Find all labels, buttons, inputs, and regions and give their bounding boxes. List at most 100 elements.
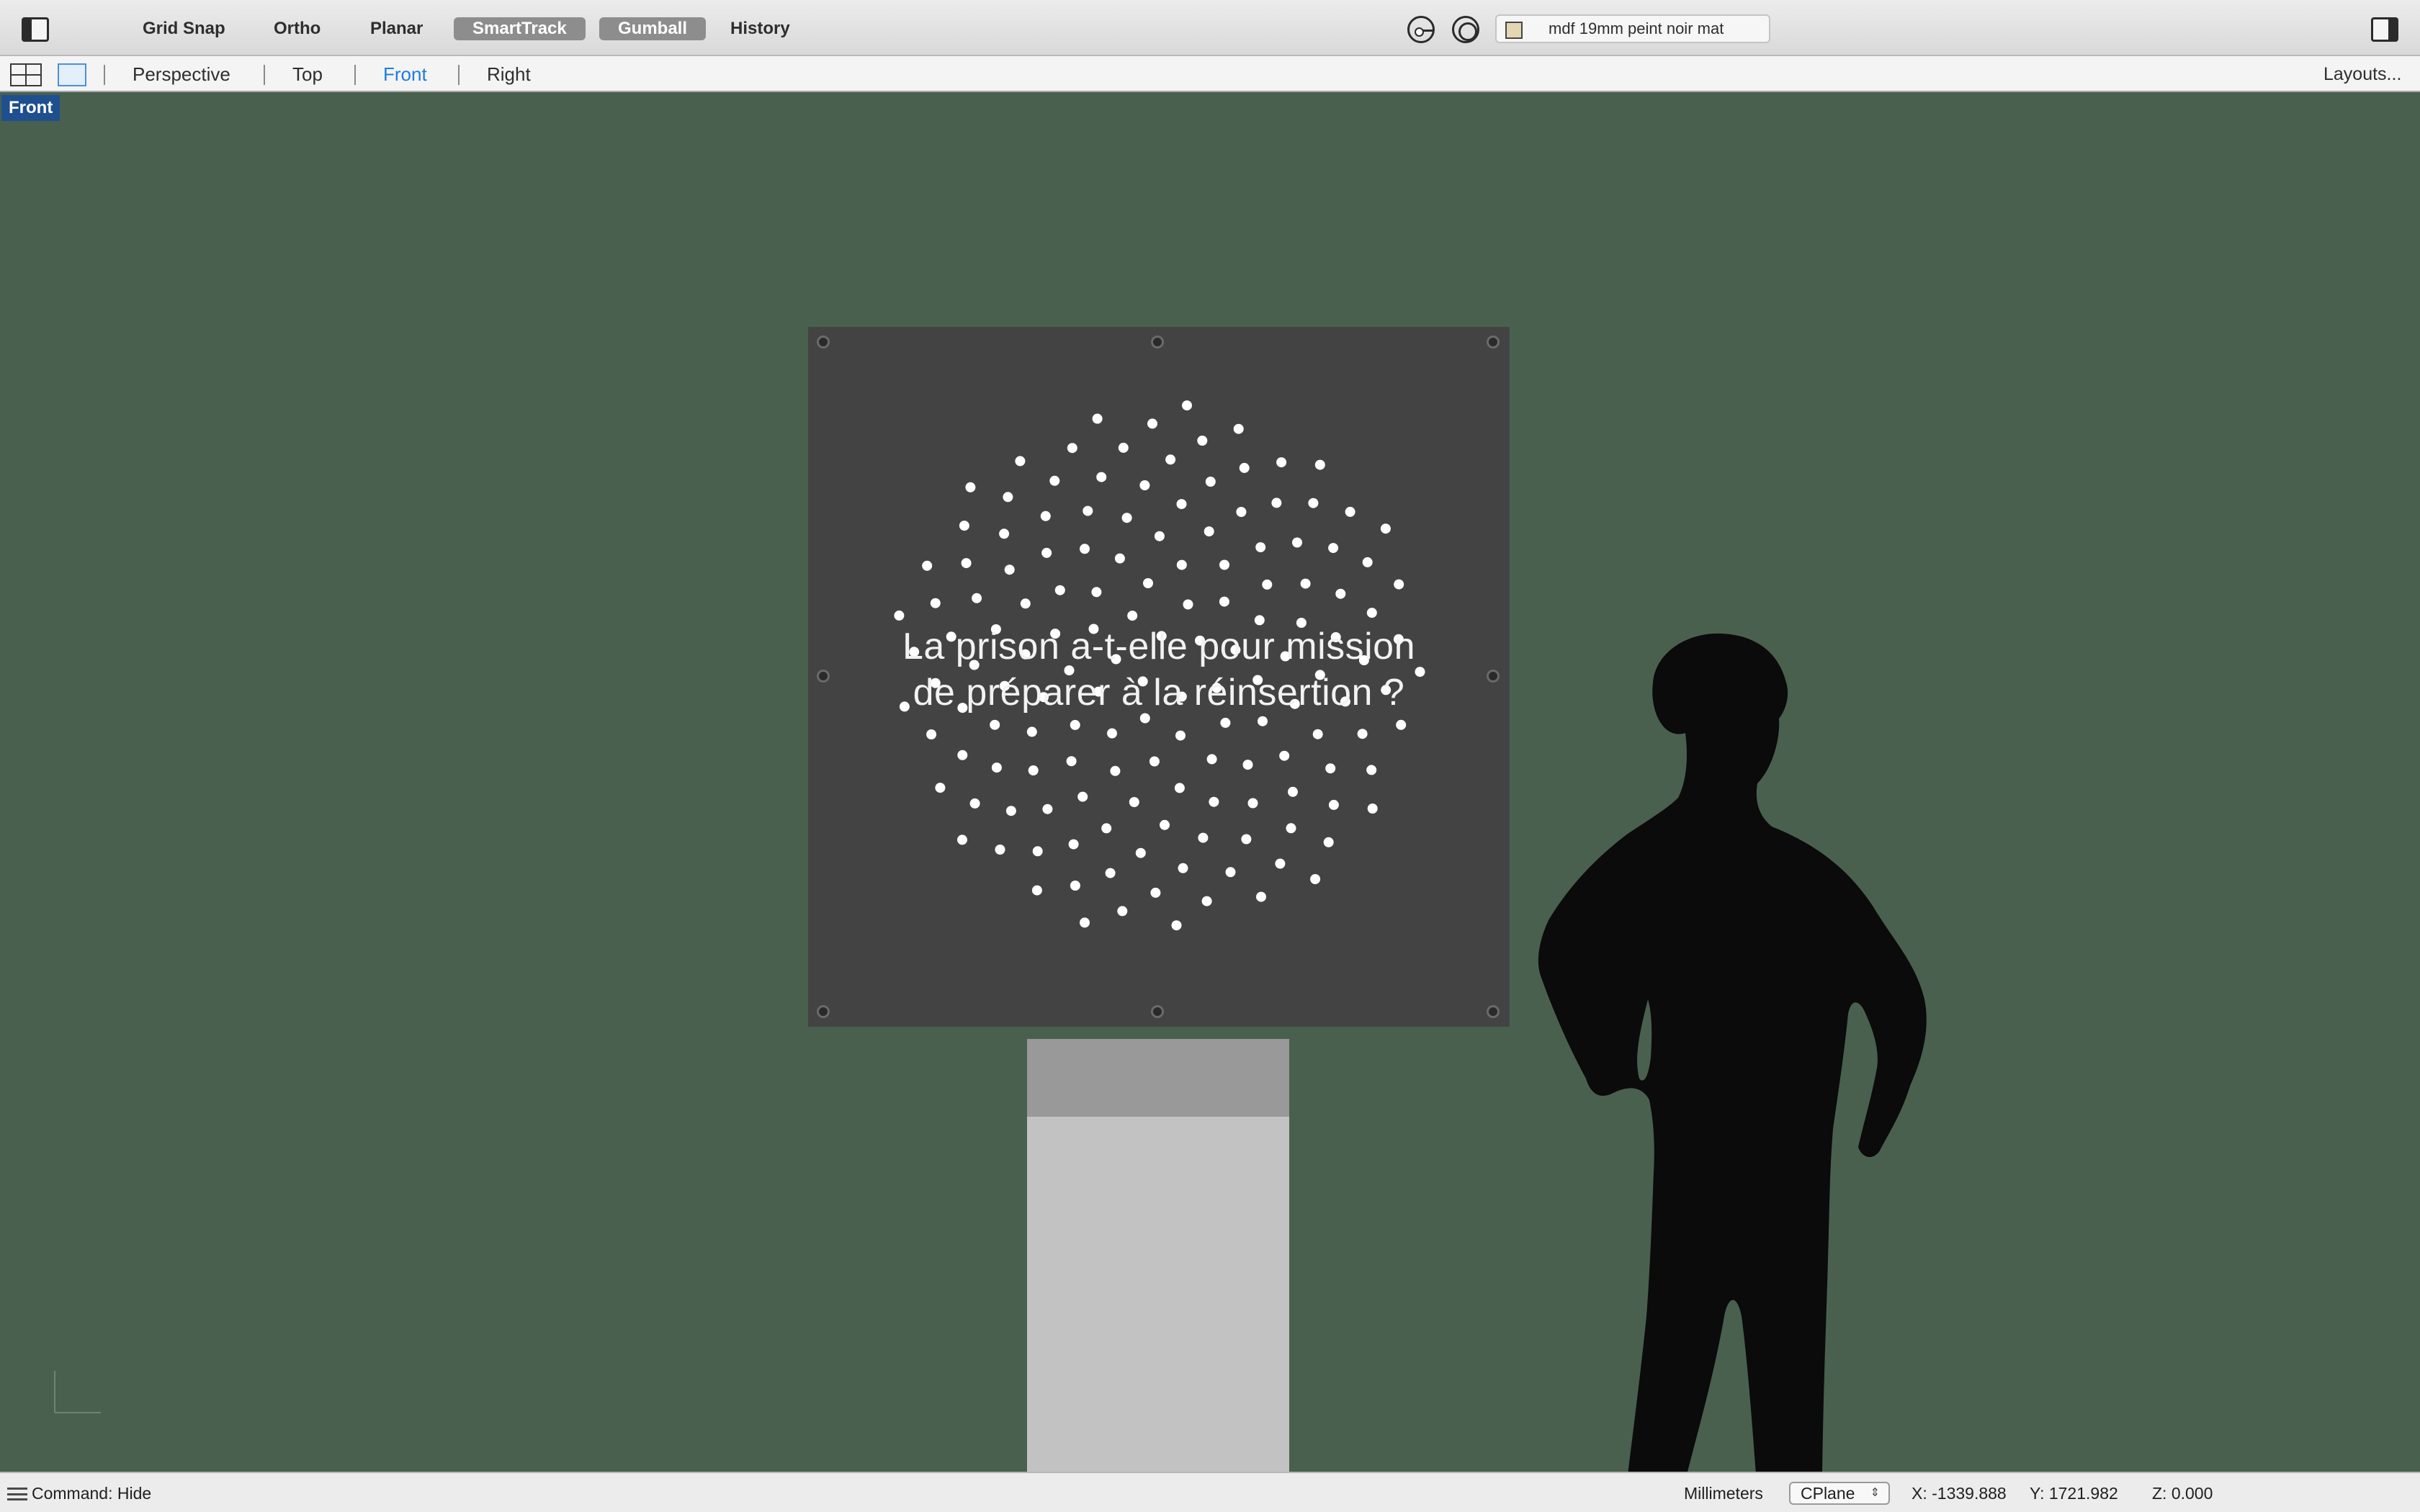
panel-dot	[1118, 442, 1129, 453]
panel-dot	[1054, 585, 1065, 595]
axis-icon	[54, 1371, 101, 1413]
panel-dot	[1171, 920, 1182, 931]
pedestal-body	[1027, 1117, 1289, 1472]
panel-dot	[1096, 472, 1107, 482]
ortho-button[interactable]: Ortho	[274, 17, 321, 40]
panel-dot	[1233, 423, 1244, 434]
four-viewports-icon[interactable]	[10, 63, 42, 86]
panel-dot	[1042, 804, 1053, 814]
units-label[interactable]: Millimeters	[1684, 1482, 1763, 1505]
panel-dot	[1160, 819, 1170, 830]
panel-dot	[1312, 729, 1323, 739]
panel-dot	[1325, 763, 1336, 774]
history-button[interactable]: History	[730, 17, 790, 40]
command-prompt[interactable]: Command: Hide	[32, 1482, 151, 1505]
z-coordinate: Z: 0.000	[2152, 1484, 2213, 1503]
panel-dot	[1220, 717, 1231, 728]
panel-dot	[1335, 588, 1346, 599]
tab-top[interactable]: Top	[292, 62, 323, 86]
panel-dot	[1292, 537, 1302, 548]
panel-dot	[1255, 542, 1266, 553]
panel-dot	[1219, 559, 1229, 570]
object-snap-icon[interactable]	[1407, 16, 1435, 43]
viewport-title-label[interactable]: Front	[1, 95, 60, 121]
panel-dot	[1129, 797, 1139, 807]
panel-dot	[1176, 499, 1187, 510]
panel-dot	[1300, 578, 1311, 589]
gumball-button[interactable]: Gumball	[599, 17, 707, 40]
panel-dot	[1201, 896, 1212, 906]
target-icon[interactable]	[1452, 16, 1479, 43]
panel-question-line-1: La prison a-t-elle pour mission	[902, 626, 1416, 667]
panel-dot	[1031, 885, 1042, 896]
main-toolbar: Grid Snap Ortho Planar SmartTrack Gumbal…	[0, 0, 2420, 56]
cplane-select[interactable]: CPlane ⇕	[1789, 1482, 1890, 1505]
panel-dot	[1258, 716, 1268, 726]
tab-divider	[264, 65, 265, 85]
panel-dot	[1310, 874, 1321, 884]
single-viewport-icon[interactable]	[58, 63, 86, 86]
panel-dot	[1362, 557, 1373, 567]
panel-dot	[1178, 863, 1188, 873]
x-coordinate: X: -1339.888	[1912, 1484, 2007, 1503]
panel-dot	[1286, 823, 1296, 834]
left-sidebar-toggle-icon[interactable]	[22, 17, 49, 42]
panel-question-line-2: de préparer à la réinsertion ?	[913, 672, 1405, 714]
panel-dot	[1357, 729, 1368, 739]
panel-dot	[1041, 547, 1052, 558]
panel-dot	[1028, 765, 1039, 775]
panel-dot	[1271, 498, 1282, 508]
tab-perspective[interactable]: Perspective	[133, 62, 230, 86]
panel-dot	[1135, 847, 1146, 858]
panel-dot	[1262, 579, 1273, 590]
status-bar: Command: Hide Millimeters CPlane ⇕ X: -1…	[0, 1472, 2420, 1512]
panel-dot	[1066, 756, 1077, 767]
tab-divider	[354, 65, 356, 85]
exhibit-panel: La prison a-t-elle pour mission de prépa…	[808, 327, 1510, 1027]
tab-right[interactable]: Right	[487, 62, 531, 86]
right-sidebar-toggle-icon[interactable]	[2371, 17, 2398, 42]
command-menu-icon[interactable]	[7, 1488, 27, 1500]
panel-dot	[1276, 457, 1287, 468]
panel-dot	[957, 750, 968, 760]
panel-dot	[1105, 868, 1116, 878]
panel-dot	[922, 560, 933, 571]
panel-dot	[1242, 760, 1253, 770]
panel-dot	[1147, 418, 1157, 429]
panel-dot	[1239, 462, 1250, 473]
panel-dot	[1139, 480, 1150, 490]
tab-front[interactable]: Front	[383, 62, 427, 86]
panel-dot	[1032, 846, 1043, 857]
panel-dot	[1198, 832, 1209, 843]
panel-dot	[1110, 765, 1121, 776]
grid-snap-button[interactable]: Grid Snap	[143, 17, 225, 40]
panel-dot	[1275, 858, 1286, 869]
panel-dot	[1020, 598, 1031, 609]
front-viewport[interactable]: Front La prison a-t-elle pour mission de…	[0, 92, 2420, 1472]
current-material-field[interactable]: mdf 19mm peint noir mat	[1495, 14, 1770, 43]
panel-dot	[1236, 507, 1247, 517]
panel-dot	[1067, 443, 1077, 454]
panel-dot	[1003, 492, 1013, 503]
panel-dot	[926, 729, 937, 739]
panel-dot	[1154, 531, 1165, 541]
panel-dot	[1150, 887, 1161, 898]
panel-dot	[1394, 579, 1404, 590]
panel-dot	[972, 593, 982, 603]
panel-dot	[1288, 786, 1298, 797]
panel-dot	[1165, 454, 1176, 465]
panel-dot	[1026, 726, 1037, 737]
panel-dot	[1367, 804, 1378, 814]
panel-dot	[930, 598, 941, 608]
panel-dot	[1183, 599, 1193, 610]
y-coordinate: Y: 1721.982	[2030, 1484, 2118, 1503]
panel-dot	[990, 719, 1000, 730]
planar-button[interactable]: Planar	[370, 17, 423, 40]
panel-dot	[1256, 891, 1266, 902]
layouts-button[interactable]: Layouts...	[2323, 62, 2401, 86]
smarttrack-button[interactable]: SmartTrack	[454, 17, 586, 40]
panel-dot	[1197, 436, 1208, 446]
panel-dot	[1004, 564, 1015, 575]
human-silhouette	[1538, 633, 1927, 1472]
panel-dot	[1205, 477, 1216, 487]
